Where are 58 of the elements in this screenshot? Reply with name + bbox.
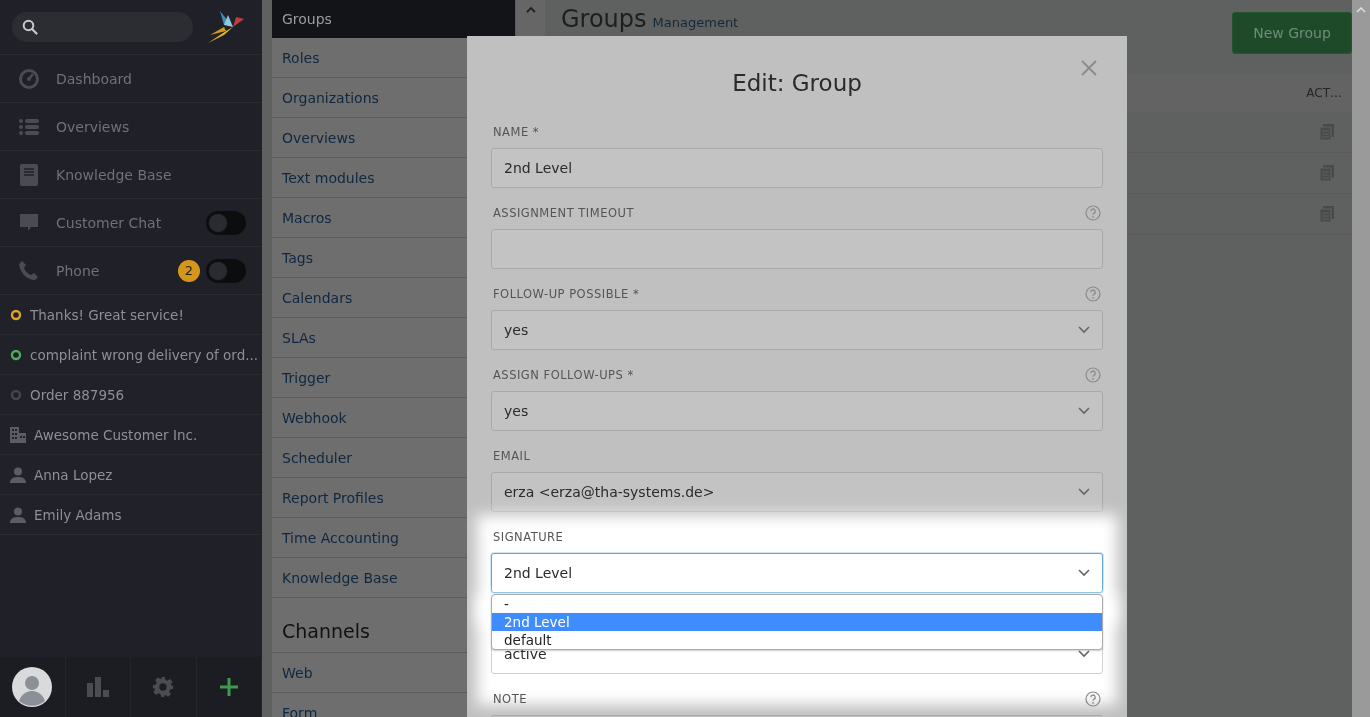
chevron-down-icon — [1078, 326, 1090, 334]
chevron-down-icon — [1078, 407, 1090, 415]
nav-item[interactable]: Knowledge Base — [0, 151, 262, 199]
nav-label: Dashboard — [56, 70, 133, 87]
scrollbar[interactable] — [1352, 0, 1370, 717]
chevron-down-icon — [1078, 569, 1090, 577]
gauge-icon — [18, 67, 40, 90]
toggle-switch[interactable] — [206, 258, 246, 283]
nav-label: Customer Chat — [56, 214, 163, 231]
book-icon — [18, 163, 40, 186]
recent-label: Emily Adams — [34, 506, 122, 523]
new-group-button[interactable]: New Group — [1232, 12, 1352, 54]
phone-icon — [18, 259, 40, 282]
page-subtitle: Management — [652, 15, 739, 30]
recent-label: Anna Lopez — [34, 466, 113, 483]
help-icon[interactable] — [1085, 367, 1101, 383]
select-field[interactable]: yes — [491, 310, 1103, 350]
help-icon[interactable] — [1085, 691, 1101, 707]
bar-chart-icon[interactable] — [86, 677, 109, 697]
help-icon[interactable] — [1085, 286, 1101, 302]
close-icon[interactable] — [1081, 60, 1097, 76]
scroll-up-icon[interactable] — [525, 6, 536, 14]
nav-label: Knowledge Base — [56, 166, 173, 183]
dropdown-option[interactable]: 2nd Level — [492, 613, 1102, 631]
help-icon[interactable] — [1085, 205, 1101, 221]
add-icon[interactable] — [218, 677, 239, 697]
select-field[interactable]: yes — [491, 391, 1103, 431]
recent-label: Order 887956 — [30, 386, 125, 403]
select-field[interactable]: 2nd Level — [491, 553, 1103, 593]
nav-label: Overviews — [56, 118, 131, 135]
toggle-switch[interactable] — [206, 210, 246, 235]
building-icon — [10, 426, 26, 443]
recent-label: complaint wrong delivery of ord... — [30, 346, 259, 363]
chevron-down-icon — [1078, 488, 1090, 496]
nav-item[interactable]: Customer Chat — [0, 199, 262, 247]
modal-title: Edit: Group — [732, 69, 862, 96]
list-icon — [18, 118, 40, 135]
page-title: Groups — [561, 5, 647, 33]
count-badge: 2 — [178, 259, 200, 282]
select-field[interactable]: erza <erza@tha-systems.de> — [491, 472, 1103, 512]
chat-bubble-icon — [18, 212, 40, 233]
field-label: NOTE — [493, 692, 527, 706]
nav-item[interactable]: Dashboard — [0, 55, 262, 103]
nav-label: Phone — [56, 262, 101, 279]
settings-nav-item[interactable]: Groups — [272, 0, 515, 38]
recent-label: Thanks! Great service! — [30, 306, 184, 323]
input-field[interactable]: 2nd Level — [491, 148, 1103, 188]
recent-label: Awesome Customer Inc. — [34, 426, 198, 443]
search-field[interactable] — [12, 12, 193, 42]
column-header: ACT… — [1306, 86, 1342, 100]
person-icon — [10, 466, 26, 483]
input-field[interactable] — [491, 229, 1103, 269]
search-icon — [22, 19, 38, 35]
chevron-down-icon — [1078, 650, 1090, 658]
nav-item[interactable]: Overviews — [0, 103, 262, 151]
person-icon — [10, 506, 26, 523]
settings-icon[interactable] — [152, 676, 175, 698]
avatar[interactable] — [12, 667, 53, 707]
